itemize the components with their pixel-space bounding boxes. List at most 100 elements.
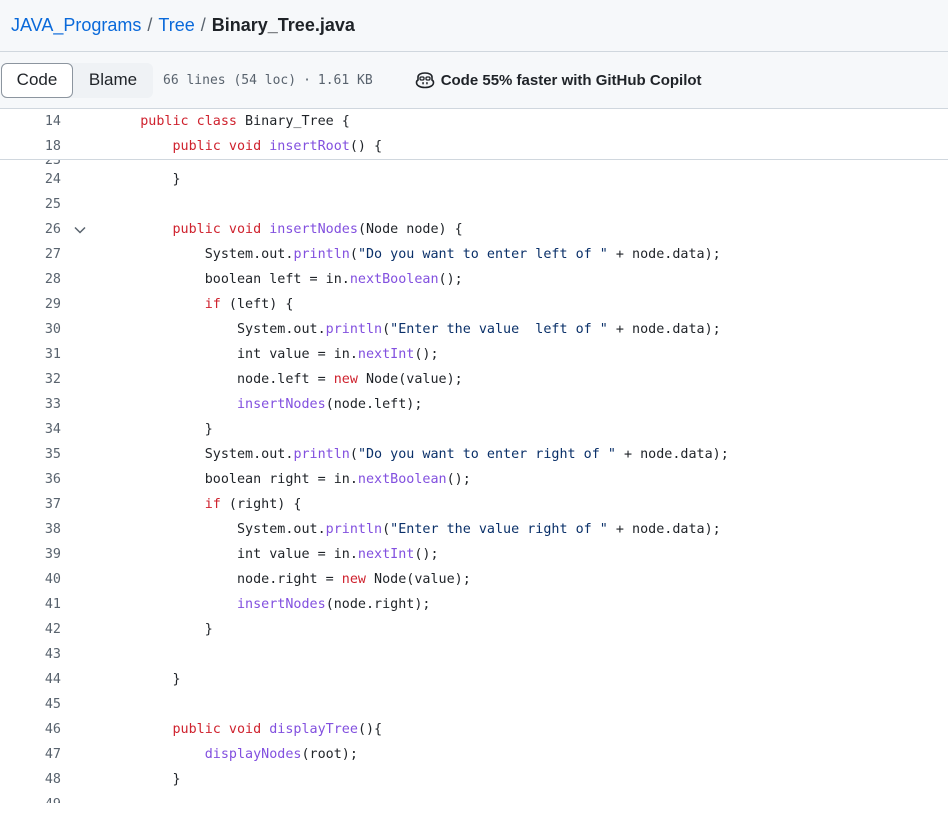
code-line: 29 if (left) { xyxy=(0,292,948,317)
code-function: insertNodes xyxy=(269,222,358,237)
line-number[interactable]: 18 xyxy=(0,139,61,154)
line-number[interactable]: 41 xyxy=(0,597,61,612)
line-number[interactable]: 30 xyxy=(0,322,61,337)
copilot-icon xyxy=(415,72,434,89)
line-number[interactable]: 23 xyxy=(0,160,61,167)
code-token: (); xyxy=(414,547,439,562)
code-line: 43 xyxy=(0,642,948,667)
fold-chevron-icon[interactable] xyxy=(61,226,108,234)
code-text: System.out.println("Enter the value left… xyxy=(108,322,721,337)
line-number[interactable]: 48 xyxy=(0,772,61,787)
line-number[interactable]: 27 xyxy=(0,247,61,262)
code-view: 14 public class Binary_Tree {18 public v… xyxy=(0,109,948,803)
line-number[interactable]: 25 xyxy=(0,197,61,212)
code-text: public void insertNodes(Node node) { xyxy=(108,222,463,237)
code-line: 39 int value = in.nextInt(); xyxy=(0,542,948,567)
view-toggle: Code Blame xyxy=(1,62,153,98)
code-keyword: if xyxy=(204,297,221,312)
code-line: 27 System.out.println("Do you want to en… xyxy=(0,242,948,267)
code-line: 33 insertNodes(node.left); xyxy=(0,392,948,417)
code-token: } xyxy=(108,772,181,787)
code-text: } xyxy=(108,422,213,437)
blame-view-button[interactable]: Blame xyxy=(73,63,153,98)
breadcrumb-folder-link[interactable]: Tree xyxy=(158,15,194,36)
code-token: + node.data); xyxy=(607,522,721,537)
code-token: System.out. xyxy=(108,322,326,337)
code-keyword: public void xyxy=(172,139,262,154)
code-text: boolean left = in.nextBoolean(); xyxy=(108,272,463,287)
code-token: (left) { xyxy=(220,297,294,312)
code-token: System.out. xyxy=(108,247,294,262)
line-number[interactable]: 28 xyxy=(0,272,61,287)
code-line: 25 xyxy=(0,192,948,217)
breadcrumb: JAVA_Programs / Tree / Binary_Tree.java xyxy=(0,0,948,52)
line-number[interactable]: 14 xyxy=(0,114,61,129)
line-number[interactable]: 39 xyxy=(0,547,61,562)
code-text: node.left = new Node(value); xyxy=(108,372,463,387)
line-number[interactable]: 29 xyxy=(0,297,61,312)
line-number[interactable]: 42 xyxy=(0,622,61,637)
code-line: 47 displayNodes(root); xyxy=(0,742,948,767)
code-string: "Do you want to enter right of " xyxy=(357,447,616,462)
partial-line-wrapper: 23 xyxy=(0,160,948,167)
line-number[interactable]: 40 xyxy=(0,572,61,587)
line-number[interactable]: 49 xyxy=(0,797,61,803)
code-token: int value = in. xyxy=(108,547,358,562)
code-function: println xyxy=(325,322,383,337)
code-token: node.right = xyxy=(108,572,342,587)
line-number[interactable]: 43 xyxy=(0,647,61,662)
code-text: insertNodes(node.right); xyxy=(108,597,431,612)
code-line: 44 } xyxy=(0,667,948,692)
code-text: boolean right = in.nextBoolean(); xyxy=(108,472,471,487)
code-token: (right) { xyxy=(220,497,302,512)
code-line: 41 insertNodes(node.right); xyxy=(0,592,948,617)
code-keyword: public void xyxy=(172,722,262,737)
code-function: nextBoolean xyxy=(357,472,447,487)
line-number[interactable]: 46 xyxy=(0,722,61,737)
line-number[interactable]: 31 xyxy=(0,347,61,362)
code-function: println xyxy=(293,447,350,462)
sticky-scope-header: 14 public class Binary_Tree {18 public v… xyxy=(0,109,948,160)
code-token: (node.right); xyxy=(325,597,431,612)
line-number[interactable]: 38 xyxy=(0,522,61,537)
line-number[interactable]: 45 xyxy=(0,697,61,712)
code-function: println xyxy=(325,522,383,537)
line-number[interactable]: 36 xyxy=(0,472,61,487)
partial-line-wrapper: 49 xyxy=(0,792,948,803)
code-line: 42 } xyxy=(0,617,948,642)
code-token: (root); xyxy=(301,747,358,762)
line-number[interactable]: 37 xyxy=(0,497,61,512)
code-text: System.out.println("Do you want to enter… xyxy=(108,247,721,262)
code-token: (); xyxy=(446,472,471,487)
code-text: } xyxy=(108,772,181,787)
code-line: 38 System.out.println("Enter the value r… xyxy=(0,517,948,542)
code-token: } xyxy=(108,672,181,687)
line-number[interactable]: 35 xyxy=(0,447,61,462)
breadcrumb-repo-link[interactable]: JAVA_Programs xyxy=(11,15,141,36)
code-token: Node(value); xyxy=(357,372,463,387)
code-line: 34 } xyxy=(0,417,948,442)
code-token: } xyxy=(108,172,181,187)
line-number[interactable]: 32 xyxy=(0,372,61,387)
code-line: 45 xyxy=(0,692,948,717)
code-view-button[interactable]: Code xyxy=(1,62,73,98)
file-toolbar: Code Blame 66 lines (54 loc) · 1.61 KB C… xyxy=(0,52,948,109)
line-number[interactable]: 44 xyxy=(0,672,61,687)
code-line: 35 System.out.println("Do you want to en… xyxy=(0,442,948,467)
code-line: 40 node.right = new Node(value); xyxy=(0,567,948,592)
copilot-promo-link[interactable]: Code 55% faster with GitHub Copilot xyxy=(415,71,702,89)
code-function: nextInt xyxy=(357,347,415,362)
code-token: } xyxy=(108,622,213,637)
line-number[interactable]: 26 xyxy=(0,222,61,237)
code-text: int value = in.nextInt(); xyxy=(108,347,439,362)
line-number[interactable]: 33 xyxy=(0,397,61,412)
line-number[interactable]: 47 xyxy=(0,747,61,762)
code-token: (); xyxy=(414,347,439,362)
line-number[interactable]: 34 xyxy=(0,422,61,437)
line-number[interactable]: 24 xyxy=(0,172,61,187)
breadcrumb-current-file: Binary_Tree.java xyxy=(211,15,355,35)
